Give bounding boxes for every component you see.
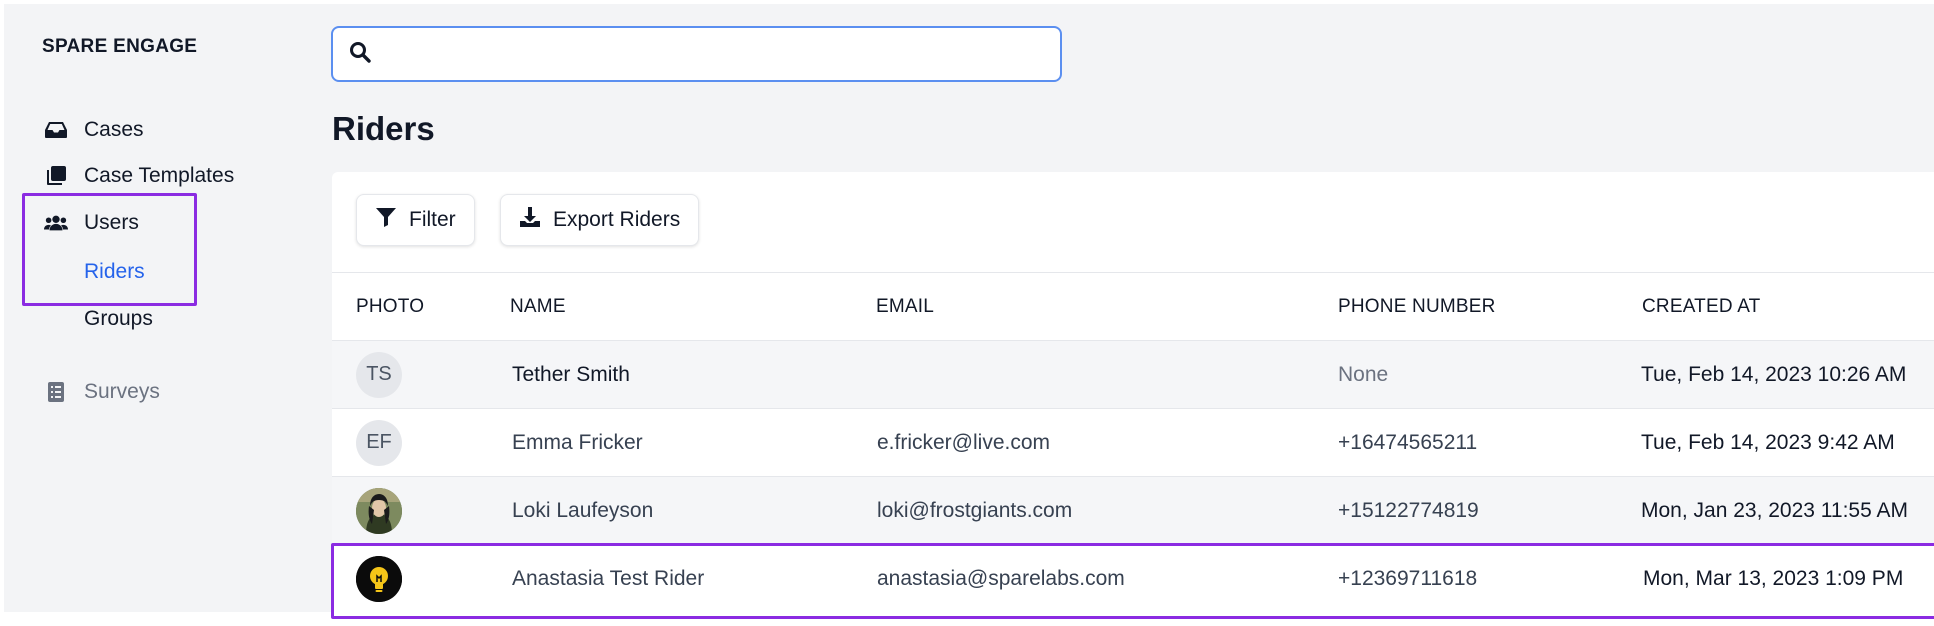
search-bar[interactable]	[331, 26, 1062, 82]
page-title: Riders	[332, 110, 435, 147]
inbox-icon	[44, 118, 68, 142]
sidebar-subitem-groups[interactable]: Groups	[84, 307, 153, 331]
sidebar-item-users[interactable]: Users	[44, 208, 139, 238]
column-header-photo: PHOTO	[356, 296, 425, 317]
export-riders-button[interactable]: Export Riders	[500, 194, 700, 246]
brand-logo-text: SPARE ENGAGE	[42, 36, 198, 57]
rider-name: Tether Smith	[512, 362, 630, 386]
rider-created-at: Mon, Jan 23, 2023 11:55 AM	[1641, 498, 1908, 522]
users-icon	[44, 211, 68, 235]
rider-email: loki@frostgiants.com	[877, 498, 1073, 522]
rider-name: Anastasia Test Rider	[512, 566, 705, 590]
sidebar-item-surveys[interactable]: Surveys	[44, 377, 160, 407]
lightbulb-icon	[356, 555, 402, 602]
sidebar-item-label: Cases	[84, 118, 144, 141]
rider-created-at: Tue, Feb 14, 2023 10:26 AM	[1641, 362, 1907, 386]
column-header-phone: PHONE NUMBER	[1338, 296, 1496, 317]
rider-name: Loki Laufeyson	[512, 498, 654, 522]
rider-phone: +12369711618	[1338, 566, 1478, 590]
rider-created-at: Tue, Feb 14, 2023 9:42 AM	[1641, 430, 1895, 454]
copy-icon	[44, 164, 68, 188]
search-input[interactable]	[381, 42, 1060, 66]
column-header-name: NAME	[510, 296, 566, 317]
rider-email: e.fricker@live.com	[877, 430, 1051, 454]
app-window: SPARE ENGAGE Cases Case Templates Users …	[4, 4, 1934, 619]
sidebar-item-label: Surveys	[84, 380, 160, 403]
riders-table-card: Filter Export Riders PHOTO NAME EMAIL PH…	[332, 172, 1934, 612]
filter-icon	[375, 206, 397, 234]
table-row[interactable]: TS Tether Smith None Tue, Feb 14, 2023 1…	[332, 340, 1934, 408]
avatar	[356, 555, 402, 602]
sidebar-subitem-riders[interactable]: Riders	[84, 260, 145, 284]
toolbar-divider	[332, 272, 1934, 273]
sidebar-item-label: Case Templates	[84, 164, 235, 187]
column-header-created: CREATED AT	[1642, 296, 1761, 317]
column-header-email: EMAIL	[876, 296, 935, 317]
search-icon	[349, 41, 371, 68]
sidebar-item-label: Users	[84, 211, 139, 234]
avatar: EF	[356, 419, 402, 466]
rider-phone: +15122774819	[1338, 498, 1479, 522]
rider-phone: +16474565211	[1338, 430, 1478, 454]
download-icon	[519, 206, 541, 234]
avatar	[356, 487, 402, 534]
rider-email: anastasia@sparelabs.com	[877, 566, 1125, 590]
table-row[interactable]: EF Emma Fricker e.fricker@live.com +1647…	[332, 408, 1934, 476]
table-row[interactable]: Loki Laufeyson loki@frostgiants.com +151…	[332, 476, 1934, 544]
rider-name: Emma Fricker	[512, 430, 643, 454]
list-icon	[44, 380, 68, 404]
rider-phone: None	[1338, 362, 1389, 386]
portrait-image	[356, 487, 402, 534]
export-button-label: Export Riders	[553, 208, 681, 231]
sidebar-item-cases[interactable]: Cases	[44, 115, 144, 145]
table-row[interactable]: Anastasia Test Rider anastasia@sparelabs…	[332, 544, 1934, 612]
filter-button[interactable]: Filter	[356, 194, 475, 246]
filter-button-label: Filter	[409, 208, 456, 231]
avatar: TS	[356, 351, 402, 398]
rider-created-at: Mon, Mar 13, 2023 1:09 PM	[1643, 566, 1904, 590]
sidebar-item-case-templates[interactable]: Case Templates	[44, 161, 234, 191]
